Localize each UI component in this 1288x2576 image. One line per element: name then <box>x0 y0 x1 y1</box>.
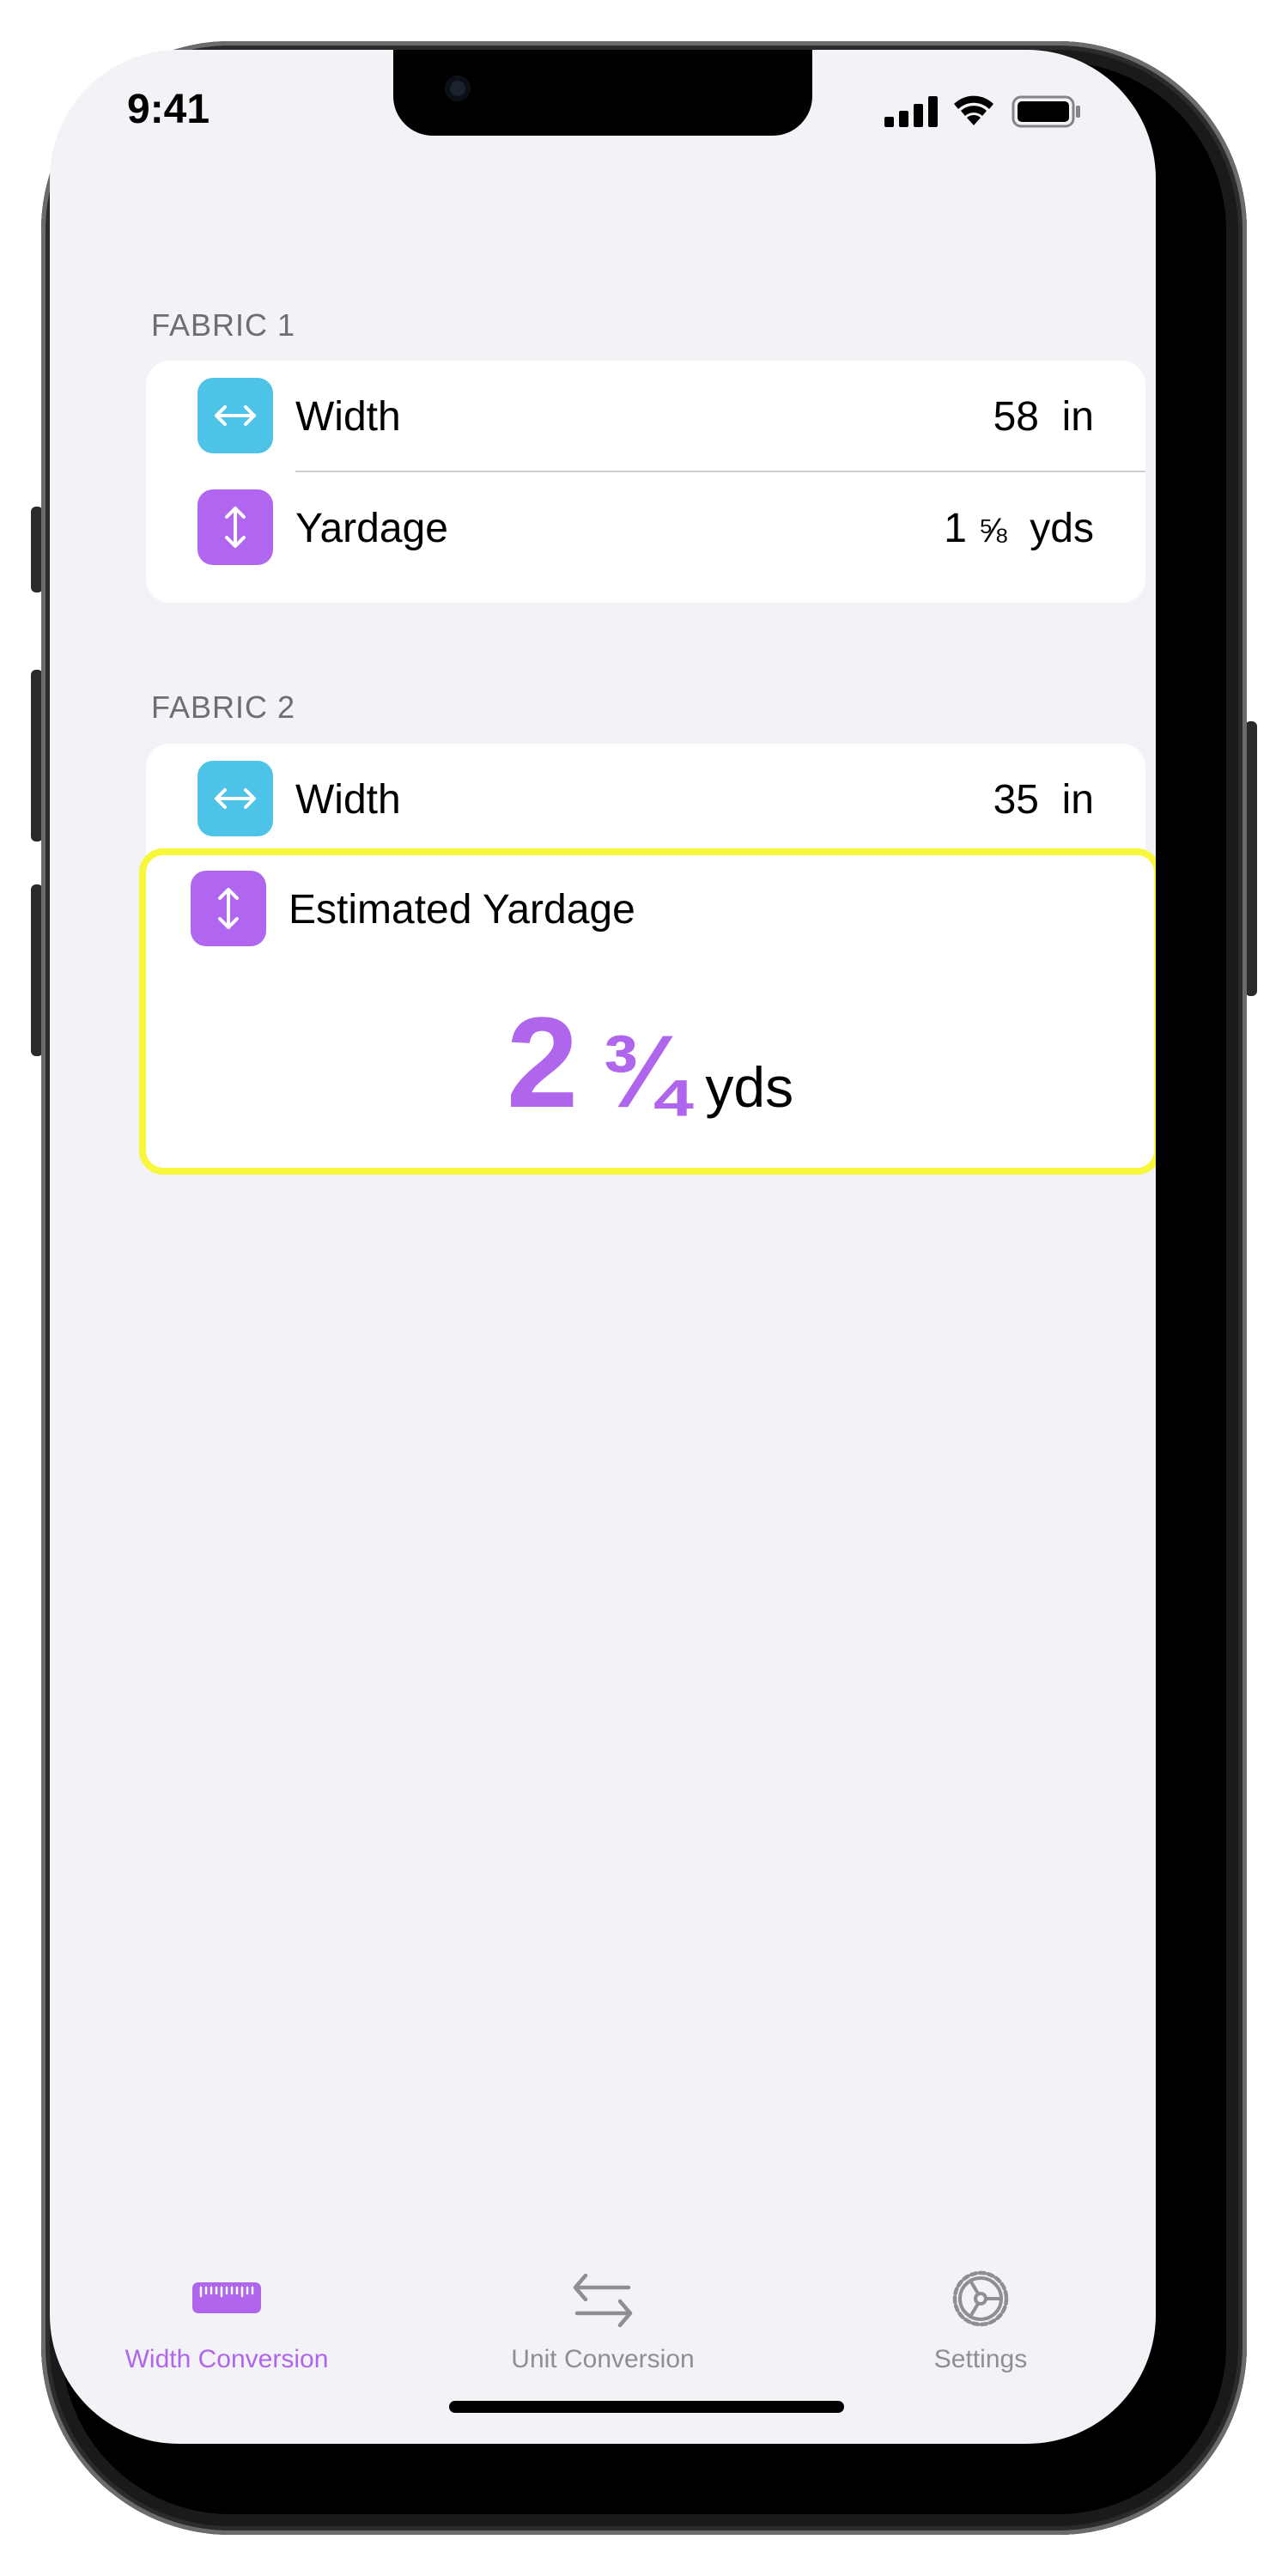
tab-width-conversion[interactable]: Width Conversion <box>81 2255 373 2409</box>
tab-label: Width Conversion <box>125 2345 329 2373</box>
fabric-1-width-row[interactable]: Width 58 in <box>146 361 1145 471</box>
ruler-icon <box>192 2282 261 2313</box>
estimated-yardage-result: 2 ¾ yds <box>146 988 1154 1137</box>
camera-icon <box>445 76 471 101</box>
estimated-yardage-highlight: Estimated Yardage 2 ¾ yds <box>139 848 1156 1175</box>
section-header-fabric-1: FABRIC 1 <box>151 307 296 343</box>
power-button <box>1245 721 1257 996</box>
fabric-2-card: Width 35 in <box>146 744 1145 864</box>
fabric-2-width-row[interactable]: Width 35 in <box>146 744 1145 854</box>
vertical-arrows-icon <box>197 489 273 565</box>
fabric-2-width-label: Width <box>295 777 401 823</box>
estimated-yardage-unit: yds <box>705 1055 794 1119</box>
battery-icon <box>1012 95 1080 128</box>
home-indicator[interactable] <box>449 2401 844 2413</box>
swap-arrows-icon <box>573 2273 633 2328</box>
estimated-yardage-label: Estimated Yardage <box>289 887 635 933</box>
tab-bar: Width Conversion Unit Conversion Setting… <box>50 2255 1156 2444</box>
gear-icon <box>952 2270 1009 2327</box>
tab-label: Unit Conversion <box>511 2345 695 2373</box>
horizontal-arrows-icon <box>197 761 273 836</box>
tab-settings[interactable]: Settings <box>835 2255 1127 2409</box>
tab-label: Settings <box>933 2345 1028 2373</box>
fabric-1-yardage-label: Yardage <box>295 506 448 551</box>
screen: 9:41 FABRIC 1 Width 58 in Yardage 1 ⅝ yd… <box>50 50 1156 2444</box>
section-header-fabric-2: FABRIC 2 <box>151 690 296 725</box>
fabric-1-yardage-value[interactable]: 1 ⅝ yds <box>944 505 1094 552</box>
estimated-yardage-fraction: ¾ <box>600 1014 687 1129</box>
status-time: 9:41 <box>127 87 210 132</box>
estimated-yardage-row: Estimated Yardage <box>139 854 1139 963</box>
vertical-arrows-icon <box>191 871 266 946</box>
device-mockup: 9:41 FABRIC 1 Width 58 in Yardage 1 ⅝ yd… <box>0 0 1288 2576</box>
wifi-icon <box>954 95 993 125</box>
fabric-1-yardage-row[interactable]: Yardage 1 ⅝ yds <box>146 472 1145 582</box>
estimated-yardage-whole: 2 <box>506 990 579 1134</box>
fabric-1-width-label: Width <box>295 394 401 440</box>
notch <box>393 50 812 136</box>
tab-unit-conversion[interactable]: Unit Conversion <box>457 2255 749 2409</box>
horizontal-arrows-icon <box>197 378 273 453</box>
fabric-1-width-value[interactable]: 58 in <box>993 393 1094 440</box>
fabric-1-card: Width 58 in Yardage 1 ⅝ yds <box>146 361 1145 603</box>
fabric-2-width-value[interactable]: 35 in <box>993 776 1094 823</box>
cellular-signal-icon <box>884 96 938 127</box>
